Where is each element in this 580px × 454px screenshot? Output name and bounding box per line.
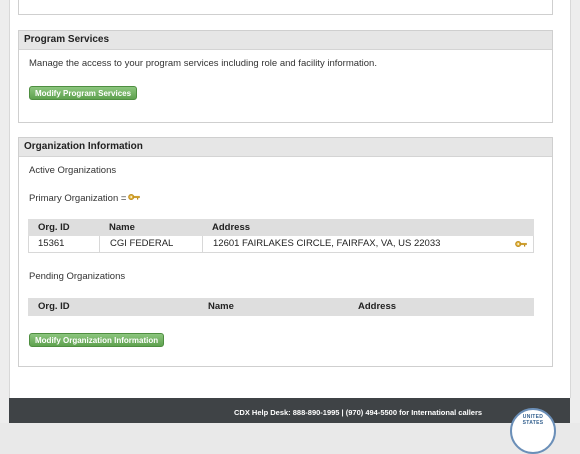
org-address-cell: 12601 FAIRLAKES CIRCLE, FAIRFAX, VA, US … (213, 238, 441, 249)
column-header-name: Name (208, 301, 234, 312)
pending-organizations-table-header: Org. ID Name Address (28, 298, 534, 316)
panel-title: Organization Information (19, 138, 552, 157)
pending-organizations-label: Pending Organizations (29, 271, 126, 282)
footer: CDX Help Desk: 888-890-1995 | (970) 494-… (9, 398, 570, 423)
column-divider (202, 236, 203, 252)
program-services-panel: Program Services Manage the access to yo… (18, 30, 553, 123)
primary-organization-label: Primary Organization = (29, 193, 127, 204)
modify-organization-information-button[interactable]: Modify Organization Information (29, 333, 165, 347)
org-name-cell: CGI FEDERAL (110, 238, 174, 249)
previous-panel (18, 0, 553, 15)
program-services-description: Manage the access to your program servic… (29, 58, 377, 69)
org-id-cell: 15361 (38, 238, 65, 249)
column-header-org-id: Org. ID (38, 301, 70, 312)
active-organizations-label: Active Organizations (29, 165, 117, 176)
key-icon (515, 241, 527, 247)
modify-program-services-button[interactable]: Modify Program Services (29, 86, 138, 100)
active-organizations-table-header: Org. ID Name Address (28, 219, 534, 236)
key-icon (128, 194, 140, 200)
column-header-org-id: Org. ID (38, 222, 70, 233)
column-header-name: Name (109, 222, 135, 233)
help-desk-text: CDX Help Desk: 888-890-1995 | (970) 494-… (234, 408, 483, 417)
seal-text: UNITED STATES (522, 414, 544, 426)
us-seal-logo: UNITED STATES (510, 408, 556, 454)
organization-information-panel: Organization Information Active Organiza… (18, 137, 553, 367)
table-row[interactable]: 15361 CGI FEDERAL 12601 FAIRLAKES CIRCLE… (28, 236, 534, 253)
column-header-address: Address (358, 301, 397, 312)
column-divider (99, 236, 100, 252)
panel-title: Program Services (19, 31, 552, 50)
column-header-address: Address (212, 222, 251, 233)
